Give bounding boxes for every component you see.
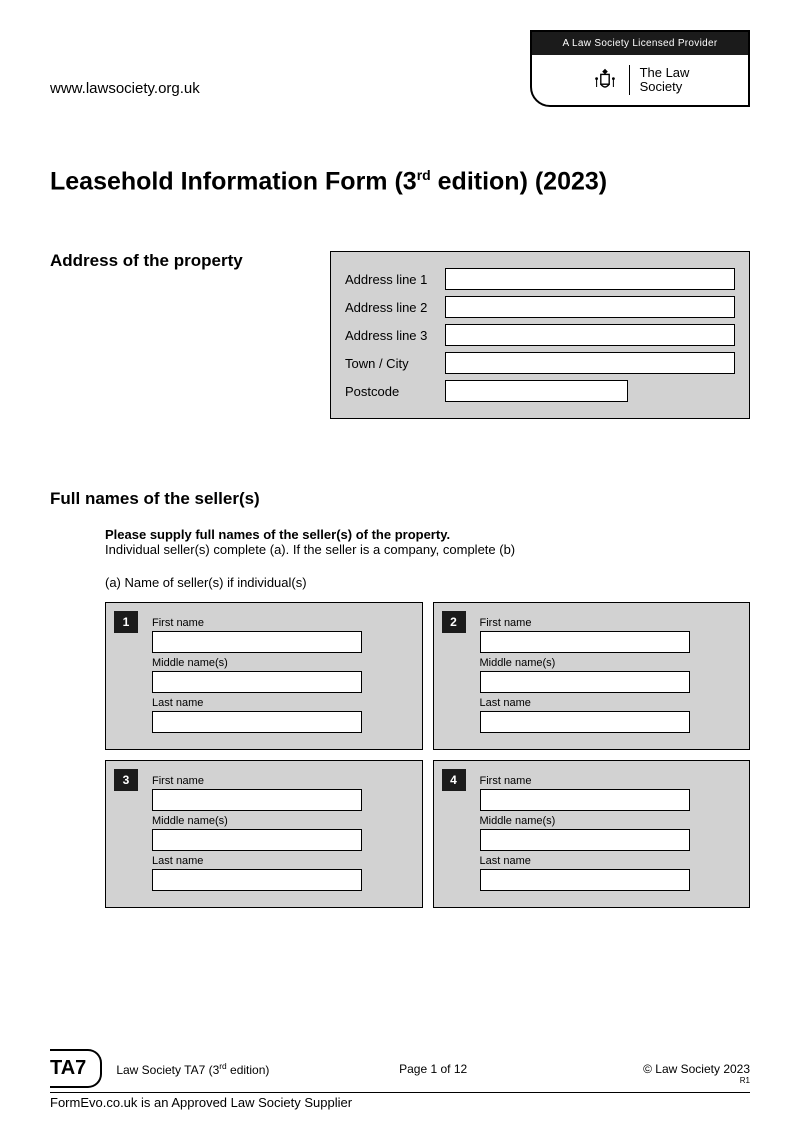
footer-main: TA7 Law Society TA7 (3rd edition) Page 1… — [50, 1049, 750, 1088]
seller-number-badge: 2 — [442, 611, 466, 633]
address-label: Town / City — [345, 356, 445, 371]
address-input-3[interactable] — [445, 352, 735, 374]
seller-number-badge: 4 — [442, 769, 466, 791]
provider-bar-text: A Law Society Licensed Provider — [532, 32, 748, 55]
logo-text-line1: The Law — [640, 66, 690, 80]
seller-box-4: 4 First name Middle name(s) Last name — [433, 760, 751, 908]
sellers-sub-a: (a) Name of seller(s) if individual(s) — [105, 575, 750, 590]
seller-fields: First name Middle name(s) Last name — [152, 617, 410, 733]
seller-grid: 1 First name Middle name(s) Last name 2 First… — [105, 602, 750, 908]
seller-number-badge: 1 — [114, 611, 138, 633]
seller-first-label: First name — [480, 617, 738, 629]
sellers-body: Please supply full names of the seller(s… — [105, 527, 750, 908]
seller-middle-label: Middle name(s) — [480, 657, 738, 669]
seller-box-2: 2 First name Middle name(s) Last name — [433, 602, 751, 750]
seller-middle-label: Middle name(s) — [480, 815, 738, 827]
logo-text: The Law Society — [640, 66, 690, 95]
seller-3-middle-input[interactable] — [152, 829, 362, 851]
address-section: Address of the property Address line 1Ad… — [50, 251, 750, 419]
logo-divider — [629, 65, 630, 95]
address-row: Postcode — [345, 380, 735, 402]
seller-2-middle-input[interactable] — [480, 671, 690, 693]
seller-first-label: First name — [152, 775, 410, 787]
address-row: Address line 3 — [345, 324, 735, 346]
seller-last-label: Last name — [152, 855, 410, 867]
law-society-logo: The Law Society — [532, 55, 748, 105]
website-url: www.lawsociety.org.uk — [50, 80, 200, 107]
seller-box-3: 3 First name Middle name(s) Last name — [105, 760, 423, 908]
seller-middle-label: Middle name(s) — [152, 657, 410, 669]
seller-1-last-input[interactable] — [152, 711, 362, 733]
address-row: Town / City — [345, 352, 735, 374]
seller-4-last-input[interactable] — [480, 869, 690, 891]
seller-fields: First name Middle name(s) Last name — [152, 775, 410, 891]
address-label: Address line 3 — [345, 328, 445, 343]
footer-revision: R1 — [740, 1076, 750, 1085]
seller-3-first-input[interactable] — [152, 789, 362, 811]
address-label: Address line 1 — [345, 272, 445, 287]
sellers-instruction-strong: Please supply full names of the seller(s… — [105, 527, 750, 542]
seller-3-last-input[interactable] — [152, 869, 362, 891]
address-row: Address line 1 — [345, 268, 735, 290]
seller-1-first-input[interactable] — [152, 631, 362, 653]
seller-2-first-input[interactable] — [480, 631, 690, 653]
seller-box-1: 1 First name Middle name(s) Last name — [105, 602, 423, 750]
seller-2-last-input[interactable] — [480, 711, 690, 733]
address-heading: Address of the property — [50, 251, 310, 419]
seller-number-badge: 3 — [114, 769, 138, 791]
sellers-instruction: Individual seller(s) complete (a). If th… — [105, 542, 750, 557]
seller-first-label: First name — [480, 775, 738, 787]
seller-fields: First name Middle name(s) Last name — [480, 617, 738, 733]
address-input-2[interactable] — [445, 324, 735, 346]
footer-page-number: Page 1 of 12 — [328, 1062, 539, 1076]
footer-left: Law Society TA7 (3rd edition) — [116, 1061, 327, 1077]
page: www.lawsociety.org.uk A Law Society Lice… — [0, 0, 800, 1130]
address-box: Address line 1 Address line 2 Address line… — [330, 251, 750, 419]
address-label: Postcode — [345, 384, 445, 399]
seller-last-label: Last name — [152, 697, 410, 709]
footer-copyright: © Law Society 2023 R1 — [539, 1062, 750, 1076]
logo-text-line2: Society — [640, 80, 690, 94]
sellers-heading: Full names of the seller(s) — [50, 489, 750, 509]
address-input-0[interactable] — [445, 268, 735, 290]
seller-last-label: Last name — [480, 855, 738, 867]
seller-last-label: Last name — [480, 697, 738, 709]
seller-fields: First name Middle name(s) Last name — [480, 775, 738, 891]
address-input-4[interactable] — [445, 380, 628, 402]
page-title: Leasehold Information Form (3rd edition)… — [50, 167, 750, 196]
seller-1-middle-input[interactable] — [152, 671, 362, 693]
address-input-1[interactable] — [445, 296, 735, 318]
form-code-badge: TA7 — [50, 1049, 102, 1088]
header: www.lawsociety.org.uk A Law Society Lice… — [50, 30, 750, 107]
footer-supplier: FormEvo.co.uk is an Approved Law Society… — [50, 1092, 750, 1110]
address-row: Address line 2 — [345, 296, 735, 318]
seller-4-first-input[interactable] — [480, 789, 690, 811]
footer: TA7 Law Society TA7 (3rd edition) Page 1… — [50, 1049, 750, 1110]
crest-icon — [591, 66, 619, 94]
seller-middle-label: Middle name(s) — [152, 815, 410, 827]
seller-first-label: First name — [152, 617, 410, 629]
seller-4-middle-input[interactable] — [480, 829, 690, 851]
provider-badge: A Law Society Licensed Provider The Law … — [530, 30, 750, 107]
address-label: Address line 2 — [345, 300, 445, 315]
